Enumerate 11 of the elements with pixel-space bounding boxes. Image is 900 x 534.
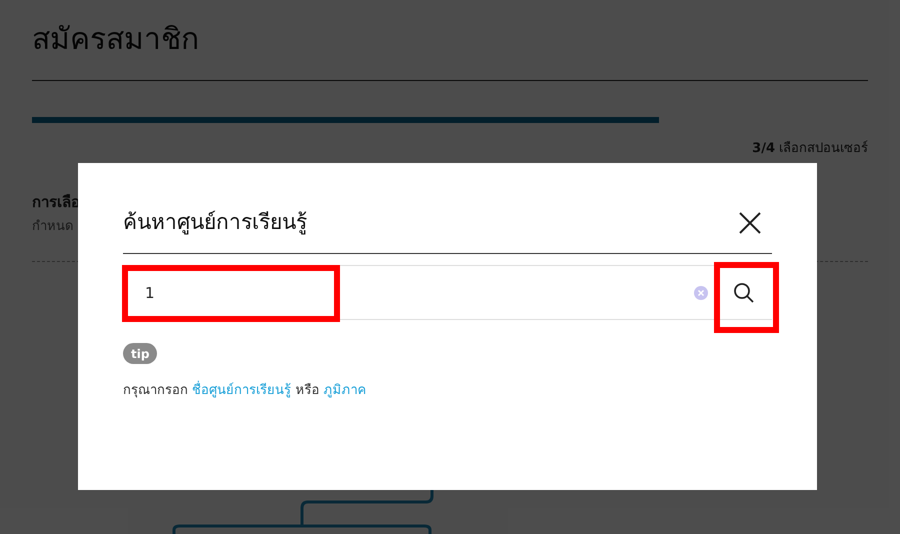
hint-link[interactable]: ชื่อศูนย์การเรียนรู้	[192, 383, 292, 398]
hint-link[interactable]: ภูมิภาค	[323, 383, 366, 398]
tip-badge: tip	[123, 343, 158, 364]
step-number: 3/4	[752, 140, 775, 158]
close-icon	[738, 211, 762, 235]
hint-text: กรุณากรอก ชื่อศูนย์การเรียนรู้ หรือ ภูมิภาค	[123, 381, 366, 400]
modal-title: ค้นหาศูนย์การเรียนรู้	[123, 209, 307, 236]
page-title: สมัครสมาชิก	[32, 21, 199, 59]
search-icon	[732, 280, 756, 304]
section-title: การเลือ	[32, 192, 80, 212]
step-label: เลือกสปอนเซอร์	[779, 140, 868, 158]
